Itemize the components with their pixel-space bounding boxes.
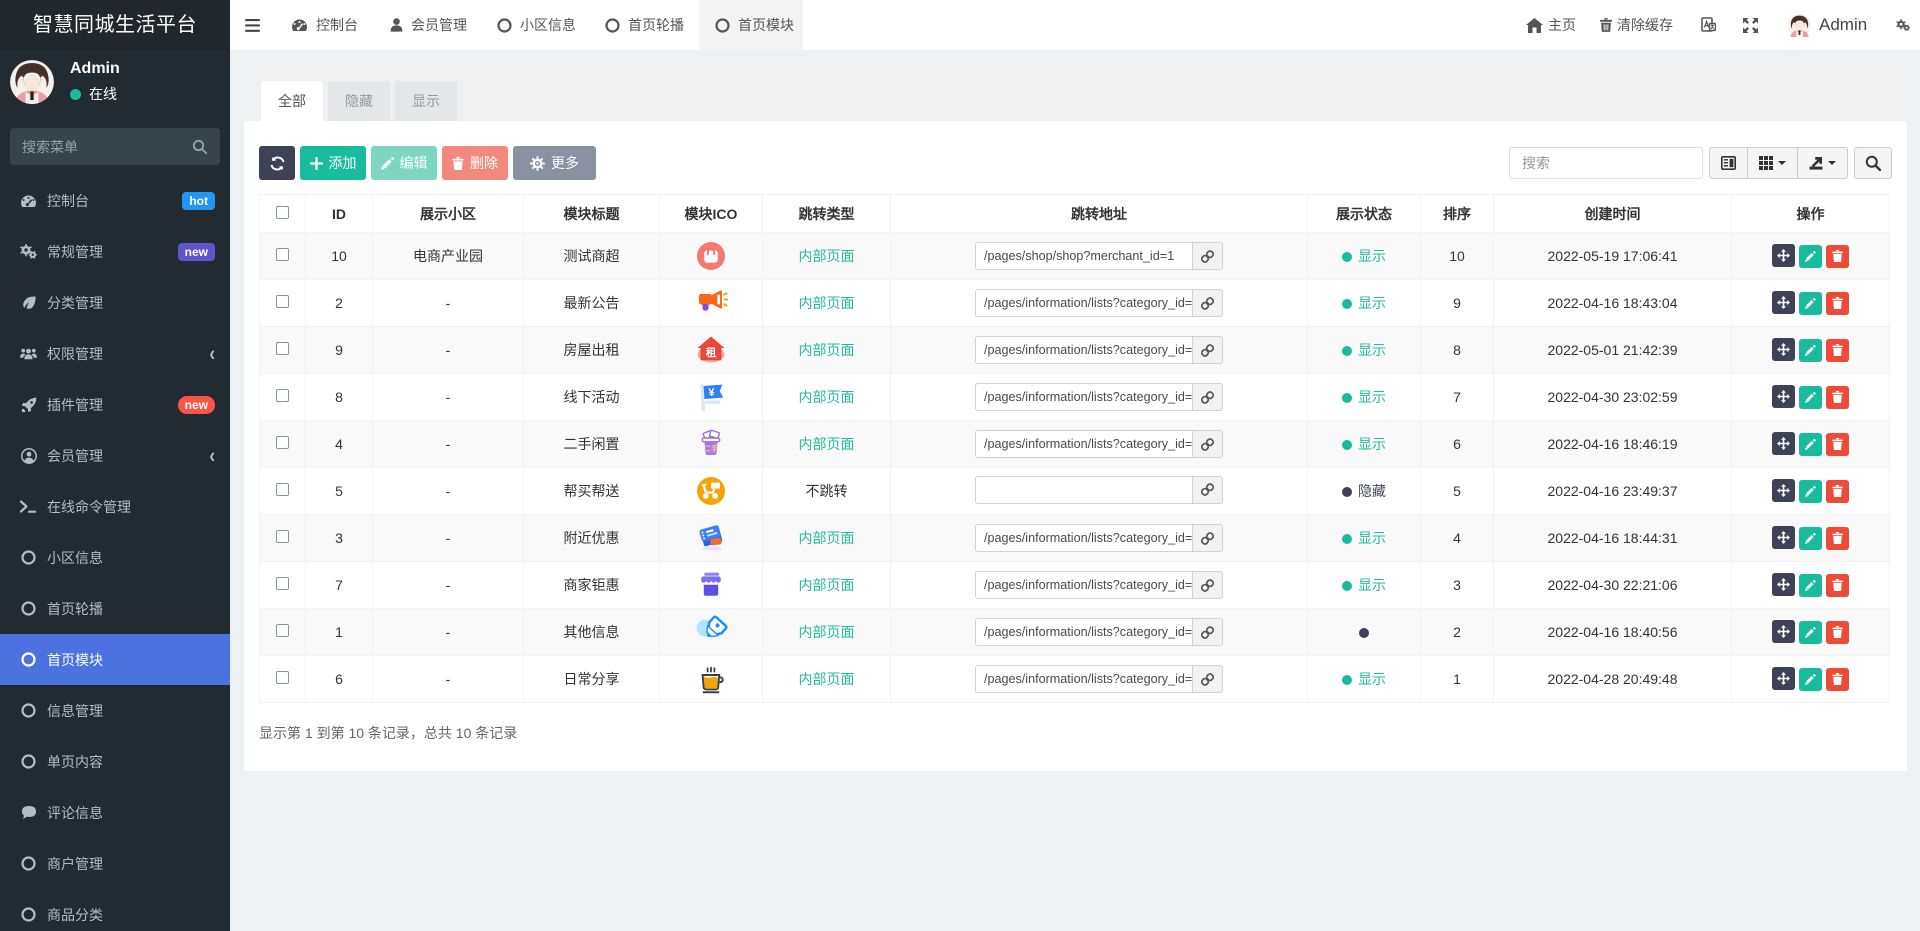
svg-text:租: 租	[706, 346, 717, 359]
svg-text:二手: 二手	[704, 444, 718, 453]
